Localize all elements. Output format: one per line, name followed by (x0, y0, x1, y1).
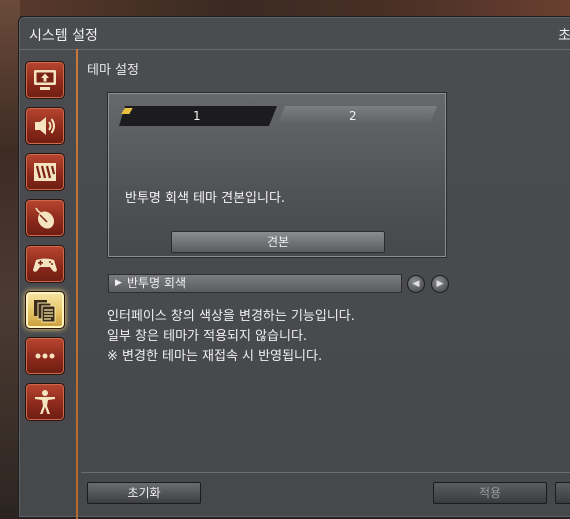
info-line-2: 일부 창은 테마가 적용되지 않습니다. (107, 329, 308, 344)
triangle-right-icon: ▶ (115, 278, 122, 288)
preview-sample-text: 반투명 회색 테마 견본입니다. (125, 191, 286, 206)
apply-button[interactable]: 적용 (433, 482, 547, 504)
documents-icon (34, 300, 56, 323)
chevron-left-icon: ◀ (412, 279, 420, 289)
next-footer-button[interactable] (555, 482, 570, 504)
sidebar-item-sound[interactable] (25, 107, 65, 145)
info-line-1: 인터페이스 창의 색상을 변경하는 기능입니다. (107, 309, 355, 324)
window-title: 시스템 설정 (29, 28, 98, 44)
gamepad-icon (33, 258, 57, 272)
tab-1-label: 1 (193, 109, 201, 123)
title-right-text[interactable]: 초 (558, 25, 570, 45)
sidebar-divider (76, 49, 78, 519)
section-title: 테마 설정 (87, 63, 139, 78)
sidebar-item-theme[interactable] (25, 291, 65, 329)
system-settings-window: 시스템 설정 초 테마 설정 1 2 반투명 회색 테마 견본입니다. 견본 ▶… (18, 16, 570, 519)
monitor-icon (34, 70, 56, 90)
theme-dropdown[interactable]: ▶ 반투명 회색 (108, 274, 402, 293)
tab-1[interactable]: 1 (119, 106, 277, 126)
footer-divider (81, 472, 570, 473)
mouse-icon (35, 207, 55, 229)
theme-preview-panel: 1 2 반투명 회색 테마 견본입니다. 견본 (108, 93, 446, 257)
dots-icon (35, 353, 55, 359)
tab-2[interactable]: 2 (277, 106, 437, 126)
sidebar-item-character[interactable] (25, 383, 65, 421)
sidebar-item-other[interactable] (25, 337, 65, 375)
preview-sample-button[interactable]: 견본 (171, 231, 385, 253)
sidebar-item-mouse[interactable] (25, 199, 65, 237)
reset-button[interactable]: 초기화 (87, 482, 201, 504)
info-line-3: ※ 변경한 테마는 재접속 시 반영됩니다. (107, 349, 323, 364)
stripes-icon (34, 163, 56, 181)
theme-dropdown-value: 반투명 회색 (127, 276, 187, 290)
next-theme-button[interactable]: ▶ (431, 275, 449, 293)
chevron-right-icon: ▶ (436, 279, 444, 289)
person-icon (35, 390, 55, 414)
sidebar-item-gamepad[interactable] (25, 245, 65, 283)
sidebar-item-ui[interactable] (25, 153, 65, 191)
game-background-left (0, 0, 20, 508)
speaker-icon (35, 117, 55, 135)
game-background-top (0, 0, 570, 16)
prev-theme-button[interactable]: ◀ (407, 275, 425, 293)
tab-2-label: 2 (349, 109, 357, 123)
sidebar-item-display[interactable] (25, 61, 65, 99)
title-bar[interactable]: 시스템 설정 초 (19, 17, 570, 50)
